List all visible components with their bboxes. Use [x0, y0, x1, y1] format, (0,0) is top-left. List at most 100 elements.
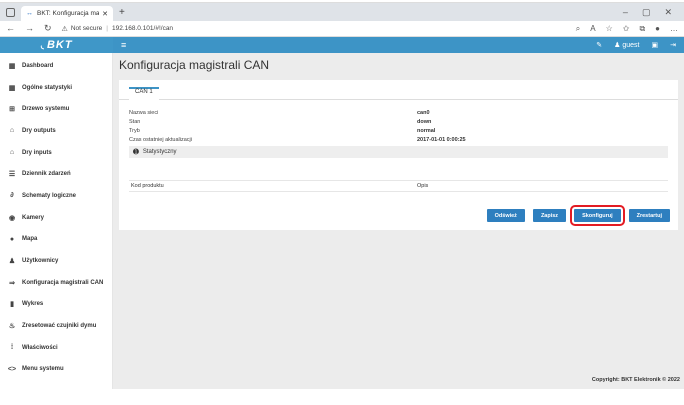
field-value: down [417, 118, 432, 125]
sidebar-item-label: Kamery [22, 214, 45, 221]
collections-icon[interactable]: ⧉ [639, 24, 645, 34]
field-value: normal [417, 127, 436, 134]
sidebar-item-label: Mapa [22, 236, 38, 243]
flame-icon: ♨ [8, 323, 16, 331]
chevron-right-icon: ➊ [133, 149, 139, 156]
action-buttons: Odśwież Zapisz Skonfiguruj Zrestartuj [119, 205, 678, 226]
product-table-header: Kod produktu Opis [129, 180, 668, 192]
sidebar-item-dry-inputs[interactable]: ⌂ Dry inputs [0, 142, 112, 164]
sidebar-item-label: Ogólne statystyki [22, 84, 73, 91]
read-aloud-icon[interactable]: A [590, 24, 595, 34]
list-icon: ☰ [8, 171, 16, 179]
url-field[interactable]: ⚠ Not secure | 192.168.0.101/#!/can [62, 25, 576, 33]
camera-icon: ◉ [8, 214, 16, 222]
search-icon[interactable]: ⌕ [576, 24, 580, 34]
browser-tab[interactable]: ↔ BKT: Konfiguracja magistrali CAN ✕ [21, 6, 113, 21]
menu-toggle-icon[interactable]: ≡ [121, 40, 126, 50]
field-label: Czas ostatniej aktualizacji [129, 136, 192, 143]
field-mode: Tryb normal [129, 126, 668, 135]
sidebar-item-label: Dziennik zdarzeń [22, 171, 71, 178]
sidebar-item-label: Dry outputs [22, 127, 56, 134]
sidebar-item-system-menu[interactable]: <> Menu systemu [0, 359, 112, 381]
field-state: Stan down [129, 117, 668, 126]
sidebar-item-label: Schematy logiczne [22, 192, 77, 199]
logo-text: BKT [46, 39, 73, 51]
sidebar-item-statistics[interactable]: ▦ Ogólne statystyki [0, 77, 112, 99]
sidebar-item-users[interactable]: ♟ Użytkownicy [0, 250, 112, 272]
main-content: Konfiguracja magistrali CAN CAN 1 Nazwa … [113, 53, 684, 389]
chart-icon: ▮ [10, 301, 14, 309]
sidebar-item-label: Właściwości [22, 344, 58, 351]
code-icon: <> [7, 365, 17, 373]
field-network-name: Nazwa sieci can0 [129, 108, 668, 117]
grid-icon: ▦ [8, 84, 16, 92]
tab-can1[interactable]: CAN 1 [129, 87, 159, 100]
page-title: Konfiguracja magistrali CAN [119, 58, 270, 72]
profile-icon[interactable]: ● [655, 24, 660, 34]
url-warning: Not secure [70, 25, 103, 32]
more-icon[interactable]: … [670, 24, 678, 34]
link-icon: ∂ [10, 192, 14, 200]
logo-swoosh-icon: ◟ [40, 39, 45, 50]
sidebar-item-system-tree[interactable]: ⊞ Drzewo systemu [0, 98, 112, 120]
sidebar-item-chart[interactable]: ▮ Wykres [0, 294, 112, 316]
close-tab-icon[interactable]: ✕ [102, 10, 108, 18]
field-value: 2017-01-01 0:00:25 [417, 136, 466, 143]
sidebar-item-dry-outputs[interactable]: ⌂ Dry outputs [0, 120, 112, 142]
configure-button[interactable]: Skonfiguruj [570, 205, 625, 226]
statistics-toggle[interactable]: ➊ Statystyczny [129, 146, 668, 158]
statistics-label: Statystyczny [142, 149, 177, 155]
product-desc-header: Opis [417, 183, 429, 189]
properties-icon: ⁞ [10, 344, 14, 352]
sidebar-item-reset-smoke[interactable]: ♨ Zresetować czujniki dymu [0, 315, 112, 337]
save-button[interactable]: Zapisz [532, 209, 567, 222]
tree-icon: ⊞ [9, 106, 15, 114]
reload-icon[interactable]: ↻ [44, 23, 52, 34]
field-label: Stan [129, 118, 141, 125]
user-name: guest [622, 42, 640, 49]
new-tab-icon[interactable]: + [119, 7, 125, 18]
restart-button[interactable]: Zrestartuj [628, 209, 670, 222]
url-text: 192.168.0.101/#!/can [111, 25, 174, 32]
field-last-update: Czas ostatniej aktualizacji 2017-01-01 0:… [129, 135, 668, 144]
refresh-button[interactable]: Odśwież [486, 209, 525, 222]
sidebar-item-can-config[interactable]: ⇒ Konfiguracja magistrali CAN [0, 272, 112, 294]
save-icon[interactable]: ▣ [652, 41, 659, 49]
maximize-icon[interactable]: ▢ [642, 7, 651, 18]
sidebar-item-cameras[interactable]: ◉ Kamery [0, 207, 112, 229]
star-icon[interactable]: ☆ [606, 24, 613, 34]
sidebar-item-dashboard[interactable]: ▦ Dashboard [0, 55, 112, 77]
sidebar-item-map[interactable]: ● Mapa [0, 229, 112, 251]
minimize-icon[interactable]: – [623, 7, 628, 18]
grid-icon: ▦ [8, 62, 16, 70]
can-properties: Nazwa sieci can0 Stan down Tryb normal Czas… [119, 100, 678, 144]
sidebar-item-label: Użytkownicy [22, 258, 59, 265]
user-menu[interactable]: ♟ guest [614, 41, 639, 49]
sidebar-item-properties[interactable]: ⁞ Właściwości [0, 337, 112, 359]
input-icon: ⌂ [9, 149, 15, 157]
product-code-header: Kod produktu [131, 183, 164, 189]
edit-icon[interactable]: ✎ [596, 41, 602, 49]
footer-copyright: Copyright: BKT Elektronik © 2022 [591, 377, 680, 383]
sidebar-item-label: Dry inputs [22, 149, 52, 156]
logout-icon[interactable]: ⇥ [670, 41, 676, 49]
can-panel: CAN 1 Nazwa sieci can0 Stan down Tryb norma… [119, 80, 678, 230]
warning-icon: ⚠ [61, 25, 68, 33]
field-label: Tryb [129, 127, 140, 134]
sidebar-item-label: Drzewo systemu [22, 106, 70, 113]
back-icon[interactable]: ← [6, 23, 15, 34]
sidebar-item-logic-schemes[interactable]: ∂ Schematy logiczne [0, 185, 112, 207]
output-icon: ⌂ [9, 127, 15, 135]
sidebar-item-event-log[interactable]: ☰ Dziennik zdarzeń [0, 163, 112, 185]
tab-actions-icon[interactable] [6, 7, 15, 17]
user-icon: ♟ [614, 42, 621, 49]
pin-icon: ● [9, 235, 15, 243]
sidebar-item-label: Konfiguracja magistrali CAN [22, 279, 104, 286]
url-separator: | [106, 25, 108, 32]
browser-tab-bar: ↔ BKT: Konfiguracja magistrali CAN ✕ + –… [0, 3, 684, 21]
forward-icon[interactable]: → [25, 23, 34, 34]
logo[interactable]: ◟ BKT [0, 37, 113, 53]
close-window-icon[interactable]: ✕ [664, 7, 672, 18]
sidebar: ▦ Dashboard ▦ Ogólne statystyki ⊞ Drzewo sy… [0, 53, 113, 389]
favorites-icon[interactable]: ✩ [623, 24, 630, 34]
